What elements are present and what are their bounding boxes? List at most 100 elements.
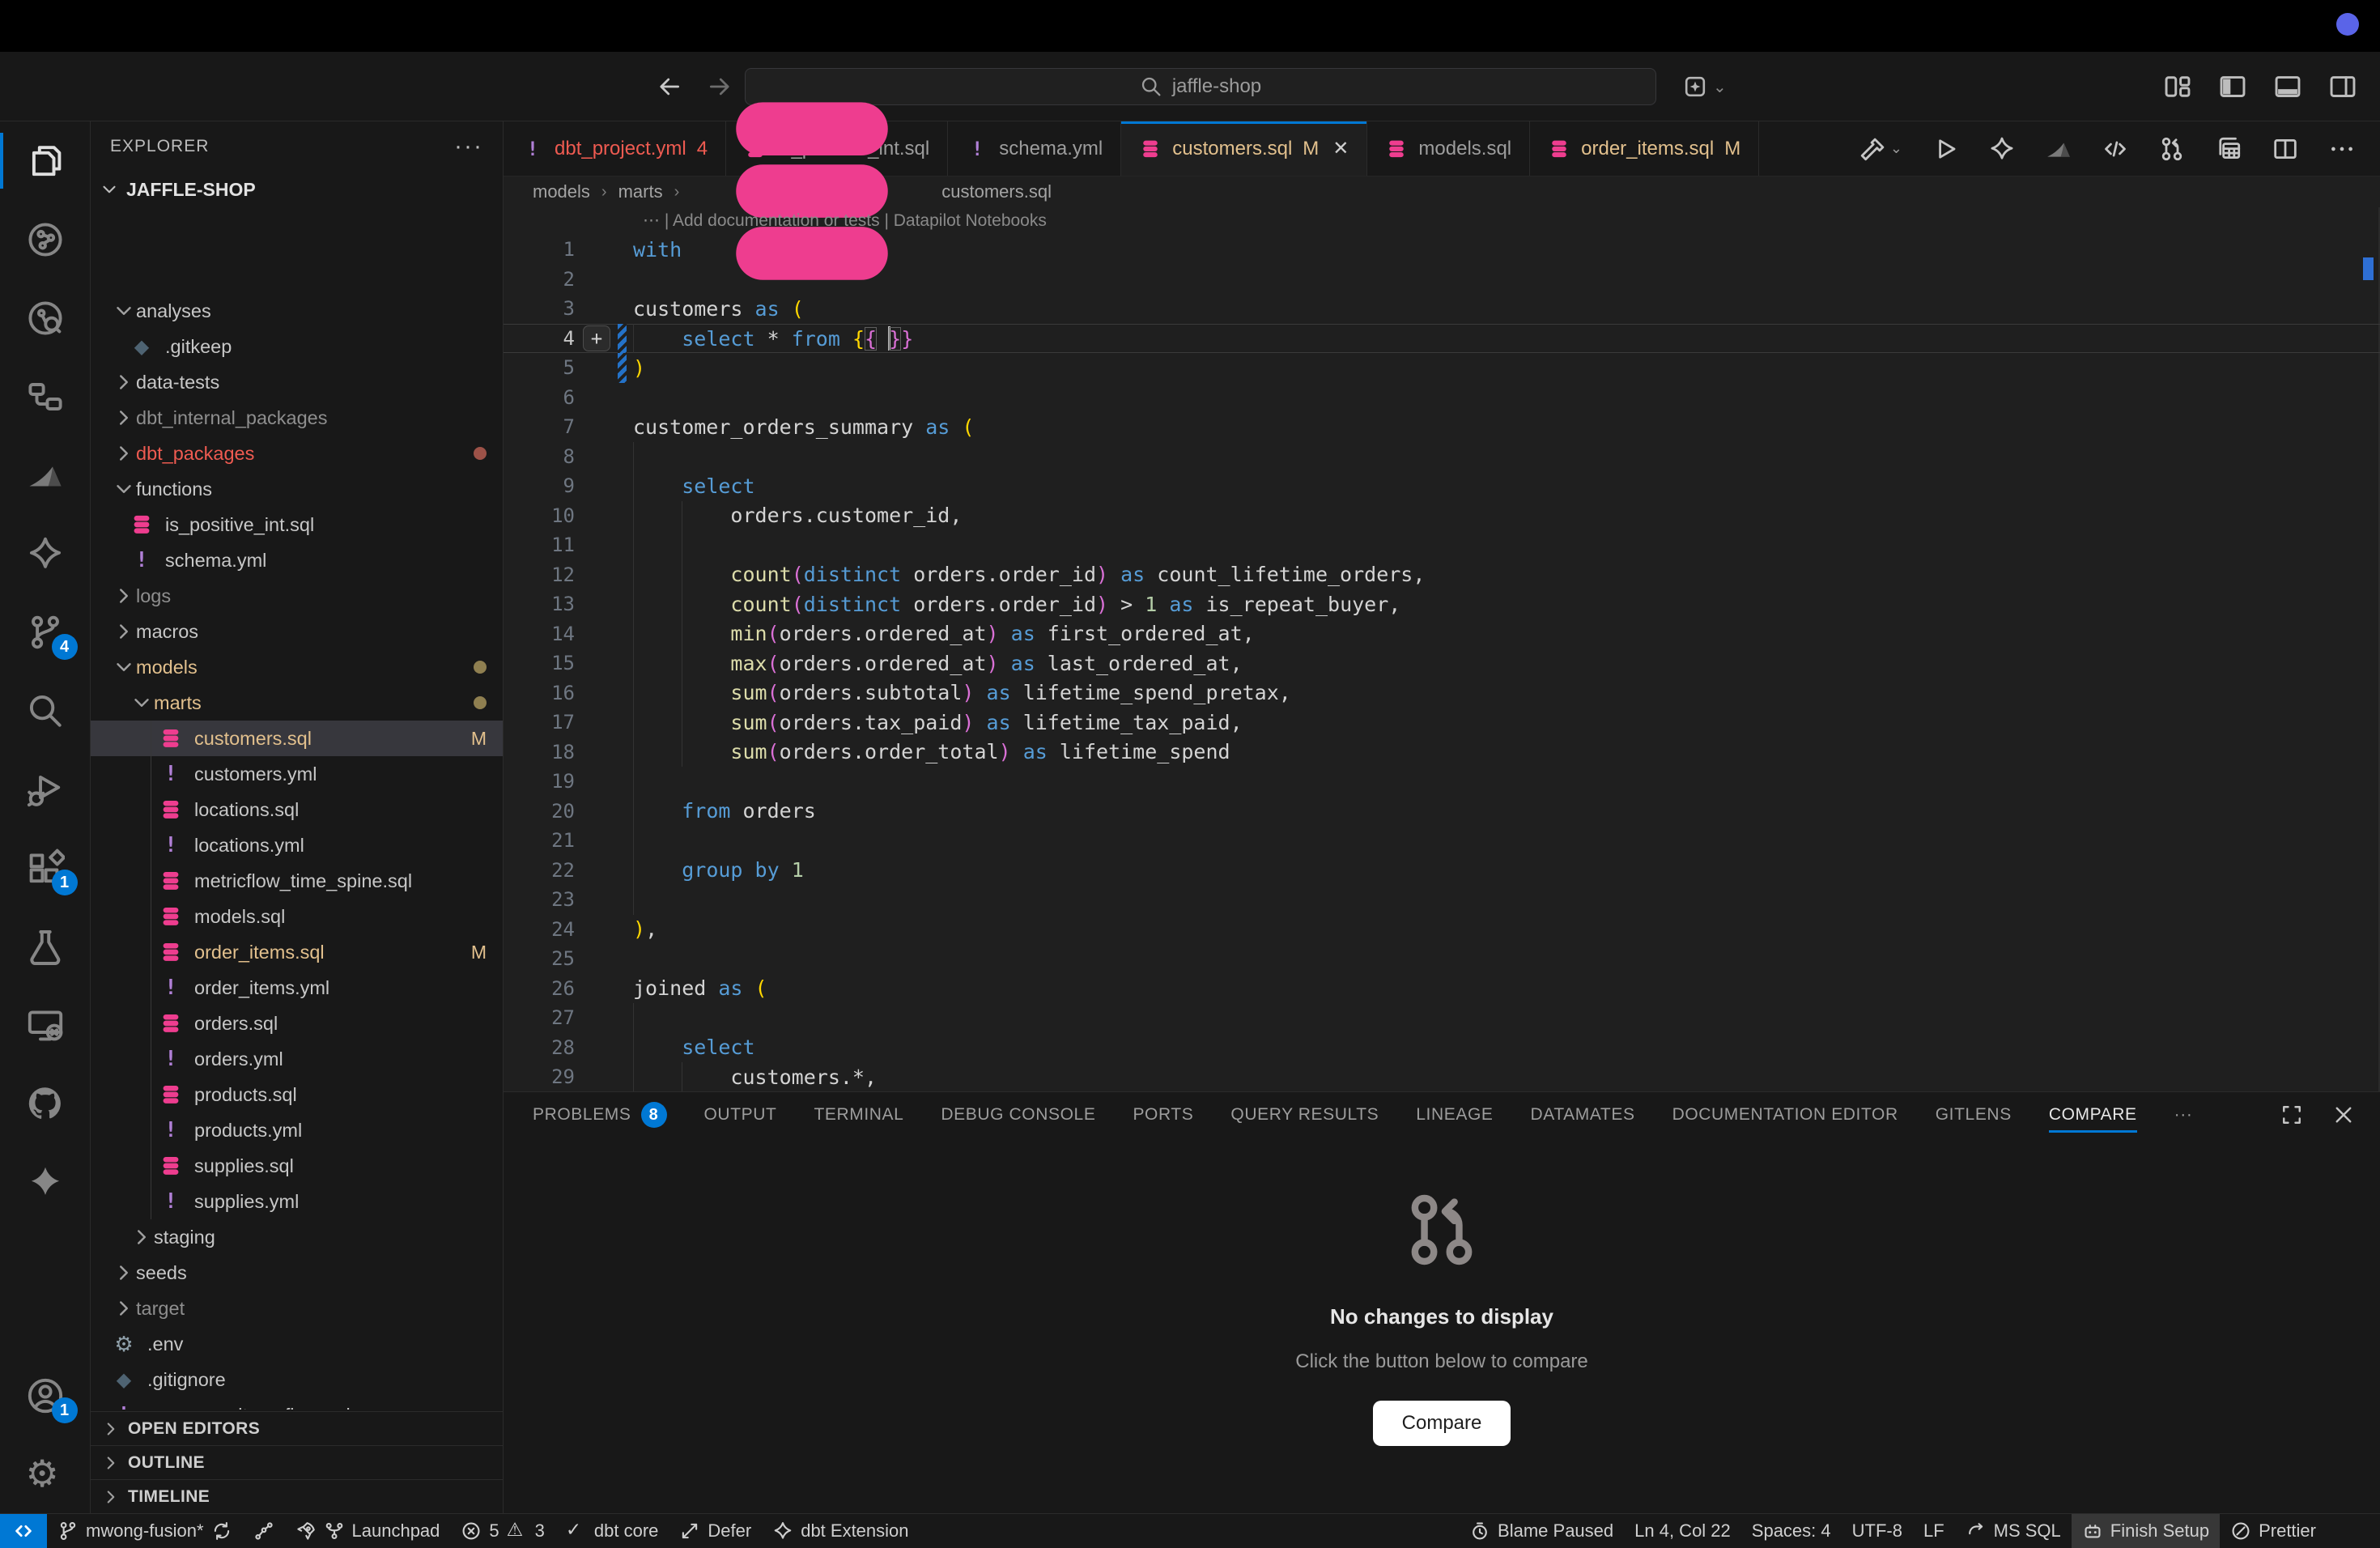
workspace-root-folder[interactable]: JAFFLE-SHOP xyxy=(91,172,503,207)
compiled-code-button[interactable] xyxy=(2102,135,2129,163)
sidebar-item-locations-sql[interactable]: locations.sql xyxy=(91,792,503,827)
activitybar-altimate[interactable] xyxy=(0,436,91,514)
git-compare-button[interactable] xyxy=(2158,135,2186,163)
code-line-7[interactable]: 7customer_orders_summary as ( xyxy=(504,412,2380,442)
code-line-20[interactable]: 20 from orders xyxy=(504,797,2380,827)
panel-tab-datamates[interactable]: DATAMATES xyxy=(1531,1092,1635,1138)
sidebar-item-order-items-sql[interactable]: order_items.sqlM xyxy=(91,934,503,970)
code-line-19[interactable]: 19 xyxy=(504,767,2380,797)
code-line-26[interactable]: 26joined as ( xyxy=(504,974,2380,1004)
code-line-2[interactable]: 2 xyxy=(504,265,2380,295)
panel-tab-compare[interactable]: COMPARE xyxy=(2049,1092,2137,1138)
code-line-27[interactable]: 27 xyxy=(504,1003,2380,1033)
panel-right-icon[interactable] xyxy=(2328,72,2357,101)
sidebar-item-schema-yml[interactable]: !schema.yml xyxy=(91,542,503,578)
tab-customers-sql[interactable]: customers.sqlM✕ xyxy=(1121,121,1367,176)
codelens-actions[interactable]: ⋯ | Add documentation or tests | Datapil… xyxy=(504,207,2380,235)
status-finish-setup[interactable]: Finish Setup xyxy=(2072,1514,2220,1548)
assistant-button[interactable]: ⌄ xyxy=(1682,68,1727,105)
code-line-3[interactable]: 3customers as ( xyxy=(504,294,2380,324)
run-button[interactable] xyxy=(1932,135,1959,163)
expand-icon[interactable] xyxy=(2280,1103,2304,1127)
activitybar-extensions[interactable]: 1 xyxy=(0,828,91,907)
remote-indicator[interactable] xyxy=(0,1514,47,1548)
code-line-23[interactable]: 23 xyxy=(504,885,2380,915)
more-actions-button[interactable] xyxy=(2328,135,2356,163)
code-line-16[interactable]: 16 sum(orders.subtotal) as lifetime_spen… xyxy=(504,678,2380,708)
status-prettier[interactable]: Prettier xyxy=(2220,1514,2327,1548)
tab-models-sql[interactable]: models.sql xyxy=(1367,121,1530,176)
sidebar-item-customers-sql[interactable]: customers.sqlM xyxy=(91,721,503,756)
sidebar-item-dbt-internal-packages[interactable]: dbt_internal_packages xyxy=(91,400,503,436)
panel-tab-debug-console[interactable]: DEBUG CONSOLE xyxy=(941,1092,1095,1138)
panel-tab-lineage[interactable]: LINEAGE xyxy=(1416,1092,1493,1138)
sidebar-item-dbt-packages[interactable]: dbt_packages xyxy=(91,436,503,471)
activitybar-query-explorer[interactable] xyxy=(0,279,91,357)
panel-tab-terminal[interactable]: TERMINAL xyxy=(814,1092,903,1138)
activitybar-source-control[interactable]: 4 xyxy=(0,593,91,671)
code-line-18[interactable]: 18 sum(orders.order_total) as lifetime_s… xyxy=(504,738,2380,768)
sidebar-item-models-sql[interactable]: models.sql xyxy=(91,899,503,934)
sidebar-item-metricflow-time-spine-sql[interactable]: metricflow_time_spine.sql xyxy=(91,863,503,899)
sidebar-item-models[interactable]: models xyxy=(91,649,503,685)
sidebar-item-customers-yml[interactable]: !customers.yml xyxy=(91,756,503,792)
code-line-1[interactable]: 1with xyxy=(504,235,2380,265)
explorer-more-actions[interactable]: ··· xyxy=(454,133,483,160)
close-icon[interactable] xyxy=(2331,1103,2356,1127)
status-eol[interactable]: LF xyxy=(1913,1514,1955,1548)
activitybar-run-and-debug[interactable] xyxy=(0,750,91,828)
status-indentation[interactable]: Spaces: 4 xyxy=(1741,1514,1842,1548)
sidebar-item-products-yml[interactable]: !products.yml xyxy=(91,1112,503,1148)
split-editor-button[interactable] xyxy=(2272,135,2299,163)
code-line-5[interactable]: 5) xyxy=(504,353,2380,383)
status-defer[interactable]: Defer xyxy=(669,1514,762,1548)
panel-tab-query-results[interactable]: QUERY RESULTS xyxy=(1230,1092,1379,1138)
sidebar-item-is-positive-int-sql[interactable]: is_positive_int.sql xyxy=(91,507,503,542)
code-line-9[interactable]: 9 select xyxy=(504,471,2380,501)
panel-more-tabs[interactable]: ··· xyxy=(2174,1092,2193,1138)
activitybar-extension-x[interactable] xyxy=(0,1142,91,1221)
code-line-24[interactable]: 24), xyxy=(504,915,2380,945)
sidebar-section-outline[interactable]: OUTLINE xyxy=(91,1445,503,1479)
panel-tab-problems[interactable]: PROBLEMS8 xyxy=(533,1092,667,1138)
code-line-29[interactable]: 29 customers.*, xyxy=(504,1062,2380,1091)
code-line-21[interactable]: 21 xyxy=(504,826,2380,856)
status-encoding[interactable]: UTF-8 xyxy=(1842,1514,1913,1548)
code-line-25[interactable]: 25 xyxy=(504,944,2380,974)
sidebar-item--gitkeep[interactable]: ◆.gitkeep xyxy=(91,329,503,364)
sidebar-item-order-items-yml[interactable]: !order_items.yml xyxy=(91,970,503,1006)
sidebar-item-data-tests[interactable]: data-tests xyxy=(91,364,503,400)
panel-left-icon[interactable] xyxy=(2218,72,2247,101)
sidebar-item-products-sql[interactable]: products.sql xyxy=(91,1077,503,1112)
sidebar-item-orders-yml[interactable]: !orders.yml xyxy=(91,1041,503,1077)
sidebar-item-macros[interactable]: macros xyxy=(91,614,503,649)
code-line-14[interactable]: 14 min(orders.ordered_at) as first_order… xyxy=(504,619,2380,649)
status-dbt-extension[interactable]: dbt Extension xyxy=(762,1514,919,1548)
sidebar-section-timeline[interactable]: TIMELINE xyxy=(91,1479,503,1513)
code-line-17[interactable]: 17 sum(orders.tax_paid) as lifetime_tax_… xyxy=(504,708,2380,738)
status-blame[interactable]: Blame Paused xyxy=(1459,1514,1624,1548)
sidebar-item--pre-commit-config-yaml[interactable]: !.pre-commit-config.yaml xyxy=(91,1397,503,1410)
activitybar-remote-explorer[interactable] xyxy=(0,985,91,1064)
code-line-4[interactable]: 4+ select * from {{ }} xyxy=(504,324,2380,354)
status-launchpad[interactable]: Launchpad xyxy=(285,1514,451,1548)
activitybar-testing[interactable] xyxy=(0,907,91,985)
query-results-button[interactable] xyxy=(2215,135,2242,163)
code-line-15[interactable]: 15 max(orders.ordered_at) as last_ordere… xyxy=(504,649,2380,678)
sidebar-item--gitignore[interactable]: ◆.gitignore xyxy=(91,1362,503,1397)
activitybar-explorer[interactable] xyxy=(0,121,91,200)
sidebar-item-supplies-yml[interactable]: !supplies.yml xyxy=(91,1184,503,1219)
breadcrumb-item[interactable]: marts xyxy=(618,181,663,202)
status-git-graph[interactable] xyxy=(243,1514,285,1548)
code-line-12[interactable]: 12 count(distinct orders.order_id) as co… xyxy=(504,560,2380,590)
code-editor[interactable]: ⋯ | Add documentation or tests | Datapil… xyxy=(504,207,2380,1091)
code-line-11[interactable]: 11 xyxy=(504,530,2380,560)
tab-order-items-sql[interactable]: order_items.sqlM xyxy=(1530,121,1759,176)
code-line-6[interactable]: 6 xyxy=(504,383,2380,413)
dbt-build-button[interactable]: ⌄ xyxy=(1859,135,1902,163)
sidebar-item-marts[interactable]: marts xyxy=(91,685,503,721)
sidebar-item-seeds[interactable]: seeds xyxy=(91,1255,503,1291)
sidebar-section-open-editors[interactable]: OPEN EDITORS xyxy=(91,1411,503,1445)
dbt-power-user-action-button[interactable] xyxy=(1988,135,2016,163)
activitybar-github[interactable] xyxy=(0,1064,91,1142)
